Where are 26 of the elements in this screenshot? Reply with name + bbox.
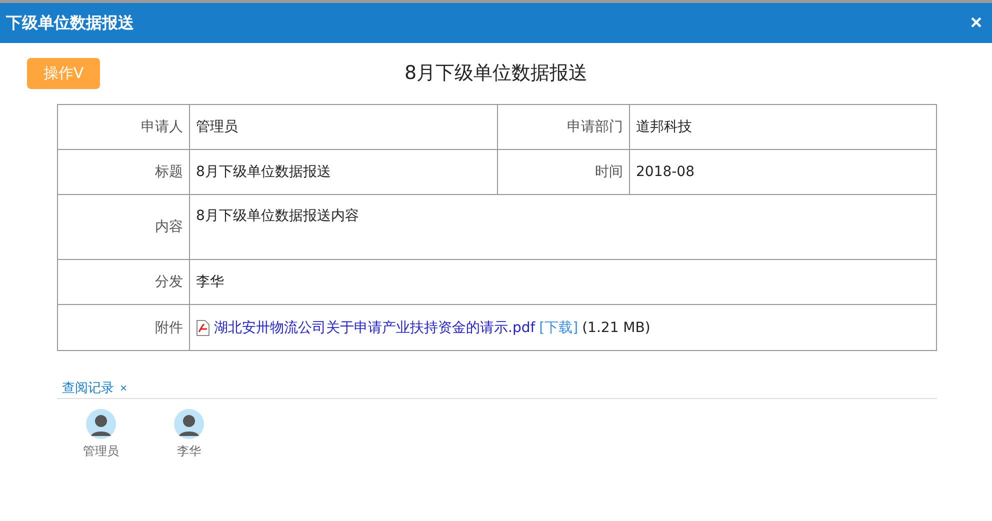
file-link[interactable]: 湖北安卅物流公司关于申请产业扶持资金的请示.pdf: [214, 318, 536, 336]
read-log-tab[interactable]: 查阅记录: [62, 378, 114, 396]
field-value: 道邦科技: [630, 105, 936, 150]
avatar-icon: [174, 409, 204, 439]
field-value: 2018-08: [630, 150, 936, 195]
avatar-icon: [86, 409, 116, 439]
pdf-file-icon: [196, 320, 210, 336]
field-value: 管理员: [190, 105, 498, 150]
field-value: 8月下级单位数据报送: [190, 150, 498, 195]
file-size: (1.21 MB): [582, 320, 650, 336]
download-link[interactable]: [下载]: [539, 318, 578, 336]
field-label: 内容: [58, 195, 190, 260]
close-tab-button[interactable]: ×: [120, 380, 128, 394]
field-label: 分发: [58, 260, 190, 305]
field-label: 时间: [498, 150, 630, 195]
reader-name: 管理员: [83, 443, 119, 460]
field-label: 标题: [58, 150, 190, 195]
window-title: 下级单位数据报送: [6, 12, 134, 34]
field-value: 8月下级单位数据报送内容: [190, 195, 936, 260]
page-heading: 8月下级单位数据报送: [403, 61, 589, 86]
reader-name: 李华: [177, 443, 201, 460]
field-label: 附件: [58, 305, 190, 350]
field-value: 李华: [190, 260, 936, 305]
field-label: 申请部门: [498, 105, 630, 150]
field-label: 申请人: [58, 105, 190, 150]
close-button[interactable]: ×: [966, 13, 986, 33]
